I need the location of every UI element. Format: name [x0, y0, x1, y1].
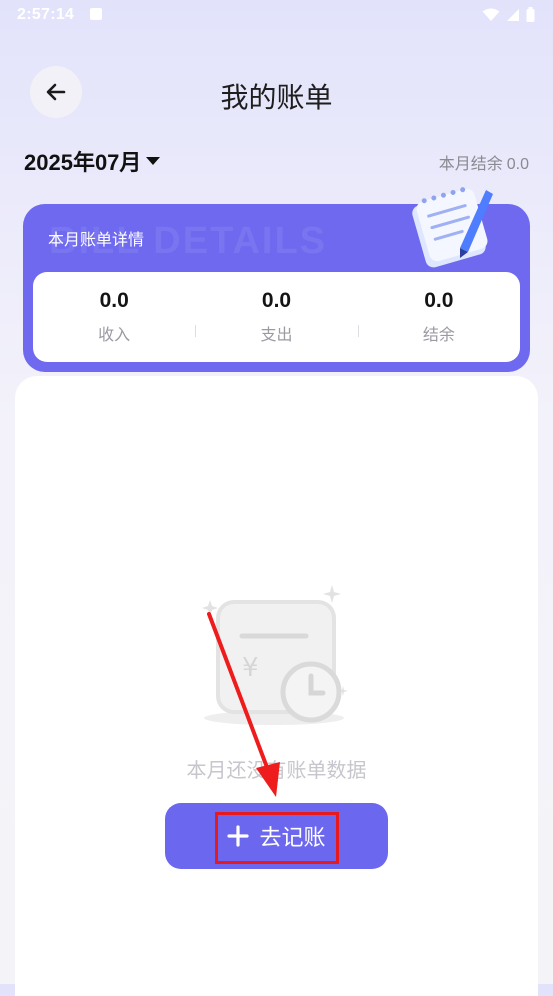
month-balance: 本月结余 0.0 — [435, 150, 529, 174]
empty-state-text: 本月还没有账单数据 — [186, 760, 367, 782]
status-time: 2:57:14 — [17, 6, 75, 23]
month-label: 2025年07月 — [24, 150, 142, 175]
stat-expense: 0.0 支出 — [195, 289, 357, 345]
svg-text:¥: ¥ — [242, 653, 259, 683]
month-balance-label: 本月结余 — [438, 156, 503, 173]
bill-card-title: 本月账单详情 — [48, 232, 145, 249]
stat-balance: 0.0 结余 — [357, 289, 520, 345]
wifi-icon — [482, 8, 500, 21]
notepad-pen-icon — [412, 187, 493, 268]
expense-value: 0.0 — [261, 289, 292, 312]
bill-summary-card: BILL DETAILS 本月账单详情 0.0 收入 0.0 支出 0.0 结余 — [23, 187, 530, 372]
page-title: 我的账单 — [220, 82, 333, 113]
annotation-highlight-box — [215, 812, 339, 864]
stat-divider — [357, 325, 359, 337]
notification-icon — [90, 8, 102, 20]
balance-value: 0.0 — [424, 289, 454, 312]
status-bar: 2:57:14 — [0, 0, 553, 32]
status-icons — [482, 7, 535, 22]
expense-label: 支出 — [260, 327, 293, 344]
signal-icon — [507, 8, 519, 21]
month-balance-value: 0.0 — [506, 156, 529, 173]
income-label: 收入 — [98, 327, 131, 344]
stat-income: 0.0 收入 — [33, 289, 195, 345]
stat-divider — [195, 325, 197, 337]
stats-panel: 0.0 收入 0.0 支出 0.0 结余 — [33, 272, 520, 362]
income-value: 0.0 — [99, 289, 129, 312]
balance-label: 结余 — [422, 327, 455, 344]
month-picker[interactable]: 2025年07月 — [24, 145, 161, 177]
battery-icon — [526, 7, 535, 22]
empty-bill-clock-icon: ¥ — [202, 585, 348, 725]
caret-down-icon — [146, 157, 161, 165]
